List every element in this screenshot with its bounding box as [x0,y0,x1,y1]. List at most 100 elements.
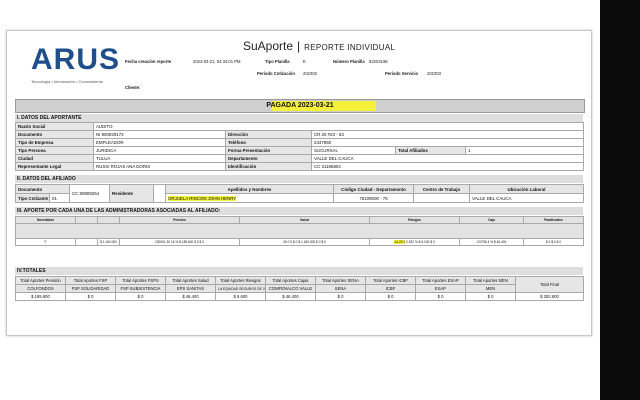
razon-social-label: Razón Social [15,122,94,131]
identificacion-label: Identificación [225,162,312,171]
ubicacion-label: Ubicación Laboral [469,184,584,194]
aporte-para-a: $ 0 [545,240,551,244]
apellidos-label: Apellidos y Nombres [165,184,334,194]
aporte-pension-valor: $ 185.600 [179,240,194,244]
periodo-cotizacion-value: 202302 [303,71,317,76]
total-header-6: Total Aportes SENA [315,276,366,285]
aporte-riesgos-otro: $ 0 [430,240,435,244]
centro-trabajo-value [413,193,470,203]
telefono-value: 2347950 [310,138,585,147]
aporte-salud-cell: 30 0 0 $ 0 $ 1.160.000 $ 0 $ 0 [239,238,370,246]
title-sub: REPORTE INDIVIDUAL [304,43,396,52]
representante-label: Representante Legal [15,162,94,171]
tipo-planilla-label: Tipo Planilla [265,59,290,64]
total-header-0: Total Aportes Pensión [15,276,66,285]
aporte-pension-fsps: $ 0 [199,240,204,244]
tipo-persona-value: JURIDICA [93,146,226,155]
periodo-cotizacion-label: Periodo Cotización [257,71,295,76]
aporte-salud-b: 0 [290,240,293,244]
aporte-salario: $ 1.160.000 [97,238,120,246]
aportante-table: Razón Social AUDITO Documento NI 900929173… [15,122,585,171]
fecha-label: Fecha creación reporte [125,59,172,64]
logo-text: ARUS [31,43,121,76]
aporte-riesgos-valor: $ 6.100 [418,240,430,244]
aporte-caja-valor: $ 46.400 [493,240,507,244]
screen-edge [600,0,640,400]
tipo-cotizante-label: Tipo Cotizante [15,193,50,203]
apellidos-highlight: ORJUELA RINCON JOHN HENRY [168,195,237,201]
total-value-6: $ 0 [315,292,366,301]
departamento-label: Departamento [225,154,312,163]
report-title: SuAporte | REPORTE INDIVIDUAL [243,39,396,53]
periodo-servicio-value: 202303 [427,71,441,76]
aporte-pension-code: 230001 [155,240,166,244]
total-name-1: FSP SOLIDARIDAD [65,284,116,293]
aporte-riesgos-tarifa: 0.522 % [406,240,418,244]
aporte-riesgos-cell: 14-23 1 0.522 % $ 6.100 $ 0 [369,238,460,246]
report-document: ARUS Tecnología • Información • Conocimi… [6,30,592,336]
group-salud: Salud [239,216,370,224]
total-value-1: $ 0 [65,292,116,301]
aporte-salud-c: $ 0 [292,240,298,244]
total-name-3: EPS SANITAS [165,284,216,293]
section-aportante: I. DATOS DEL APORTANTE [15,114,583,122]
total-afiliados-value: 1 [464,146,585,155]
total-name-4: LA EQUIDAD SEGUROS DE VIDA [215,284,266,293]
aporte-salud-e: $ 0 [321,240,326,244]
codigo-ciudad-value: 76109000 - 76 [333,193,414,203]
aporte-table: Novedades Pensión Salud Riesgos Caja Par… [15,216,584,246]
total-value-final: $ 282.600 [515,292,584,301]
aporte-pension-fsp: $ 0 [194,240,199,244]
afiliado-documento-value: CC 80809254 [69,184,110,203]
total-afiliados-label: Total Afiliados [395,146,466,155]
total-value-3: $ 46.400 [165,292,216,301]
aporte-subheaders [15,223,584,239]
aporte-caja-tarifa: 4 % [487,240,494,244]
total-value-7: $ 0 [365,292,416,301]
group-riesgos: Riesgos [369,216,460,224]
numero-planilla-value: 82203198 [369,59,388,64]
aporte-pension-dias: 30 [166,240,171,244]
status-banner: PAGADA 2023-03-21 [15,99,585,113]
ciudad-label: Ciudad [15,154,94,163]
group-parafiscales: Parafiscales [523,216,584,224]
total-name-0: COLFONDOS [15,284,66,293]
direccion-value: CR 26 #23 - 53 [310,130,585,139]
total-header-5: Total Aportes Cajas [265,276,316,285]
total-header-3: Total Aportes Salud [165,276,216,285]
aporte-parafiscales-cell: $ 0 $ 0 $ 0 [523,238,584,246]
total-header-final: Total Final [515,276,584,293]
total-header-2: Total Aportes FSPS [115,276,166,285]
razon-social-value: AUDITO [92,122,585,131]
arus-logo: ARUS Tecnología • Información • Conocimi… [31,43,119,89]
aporte-salud-dias: 30 [283,240,287,244]
numero-planilla-label: Número Planilla [333,59,365,64]
cliente-label: Cliente: [125,85,141,90]
total-name-7: ICBF [365,284,416,293]
group-caja: Caja [459,216,524,224]
direccion-label: Dirección [225,130,312,139]
forma-presentacion-label: Forma Presentación [225,146,312,155]
ubicacion-value: VALLE DEL CAUCA [469,193,584,203]
status-text: PAGADA 2023-03-21 [266,102,334,109]
aporte-salud-ibc: $ 1.160.000 [298,240,316,244]
periodo-servicio-label: Periodo Servicio [385,71,419,76]
aporte-riesgos-clase: 1 [403,240,406,244]
total-header-7: Total Aportes ICBF [365,276,416,285]
afiliado-documento-label: Documento [15,184,70,194]
total-value-9: $ 0 [465,292,516,301]
residente-value [153,184,166,203]
documento-label: Documento [15,130,94,139]
total-value-5: $ 46.400 [265,292,316,301]
total-value-4: $ 6.600 [215,292,266,301]
ciudad-value: TULUA [93,154,226,163]
title-main: SuAporte [243,39,294,53]
group-pension: Pensión [119,216,240,224]
section-afiliado: II. DATOS DEL AFILIADO [15,175,583,183]
total-name-6: SENA [315,284,366,293]
total-name-2: FSP SUBSISTENCIA [115,284,166,293]
total-header-1: Total Aportes FSP [65,276,116,285]
centro-trabajo-label: Centro de Trabajo [413,184,470,194]
total-value-0: $ 185.600 [15,292,66,301]
total-name-9: MEN [465,284,516,293]
